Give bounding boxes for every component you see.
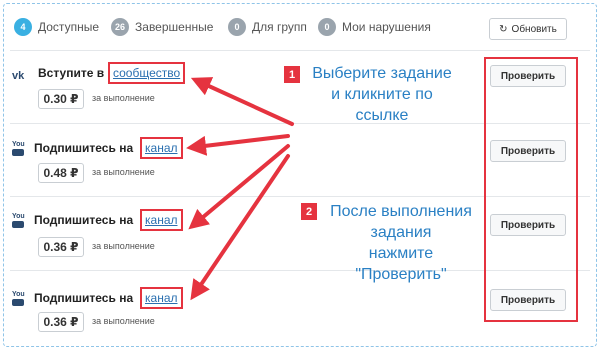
annotation-line: Выберите задание <box>312 65 452 82</box>
step-1-marker: 1 <box>284 66 300 83</box>
arrow-to-row-4 <box>190 154 290 301</box>
annotation-line: ссылке <box>355 107 409 124</box>
annotation-arrows <box>186 77 294 301</box>
annotation-line: "Проверить" <box>355 266 447 283</box>
arrow-to-row-3 <box>188 144 290 230</box>
annotation-line: задания <box>370 224 432 241</box>
step-2-marker: 2 <box>301 203 317 220</box>
arrow-to-row-2 <box>186 134 290 156</box>
annotation-line: После выполнения <box>330 203 472 220</box>
annotation-line: нажмите <box>368 245 434 262</box>
annotation-line: и кликните по <box>331 86 433 103</box>
step-2-instructions: После выполнения задания нажмите "Провер… <box>318 201 484 285</box>
arrow-to-row-1 <box>190 77 294 126</box>
step-1-instructions: Выберите задание и кликните по ссылке <box>302 63 462 126</box>
